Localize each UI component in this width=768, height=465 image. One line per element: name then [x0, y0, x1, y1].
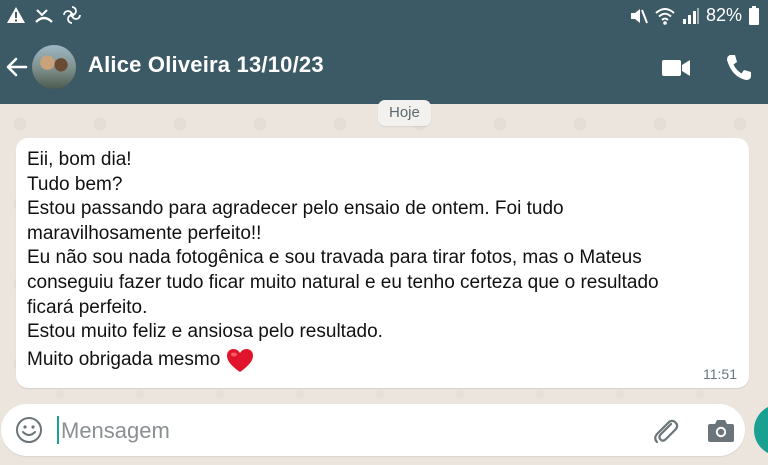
avatar[interactable]	[32, 45, 76, 89]
message-line: Tudo bem?	[27, 173, 123, 195]
emoji-icon[interactable]	[15, 416, 43, 444]
message-line: Estou muito feliz e ansiosa pelo resulta…	[27, 321, 383, 343]
mic-button[interactable]	[754, 404, 768, 456]
battery-percent: 82%	[705, 5, 742, 25]
message-line: Muito obrigada mesmo	[27, 349, 221, 371]
message-line: conseguiu fazer tudo ficar muito natural…	[27, 271, 659, 293]
missed-call-icon	[35, 9, 53, 23]
status-left-icons	[6, 5, 82, 25]
contact-name[interactable]: Alice Oliveira 13/10/23	[88, 52, 324, 78]
chat-header: Alice Oliveira 13/10/23	[0, 32, 768, 104]
video-call-icon[interactable]	[660, 54, 692, 82]
message-line: Estou passando para agradecer pelo ensai…	[27, 198, 564, 220]
wifi-icon	[655, 7, 675, 25]
message-timestamp: 11:51	[703, 366, 737, 382]
message-text: Eii, bom dia! Tudo bem? Estou passando p…	[27, 148, 729, 374]
signal-icon	[682, 7, 699, 24]
message-line: Eii, bom dia!	[27, 149, 132, 170]
pinwheel-icon	[63, 6, 81, 24]
status-right-icons: 82%	[628, 5, 760, 26]
date-chip: Hoje	[378, 100, 431, 126]
message-line: ficará perfeito.	[27, 296, 148, 318]
message-composer	[1, 404, 745, 456]
phone-call-icon[interactable]	[724, 52, 752, 82]
status-bar: 82%	[0, 0, 768, 32]
message-line: Eu não sou nada fotogênica e sou travada…	[27, 247, 642, 269]
message-line: maravilhosamente perfeito!!	[27, 222, 262, 244]
warning-icon	[7, 7, 25, 23]
mute-icon	[630, 8, 648, 23]
paperclip-icon[interactable]	[651, 415, 679, 445]
message-last-line: Muito obrigada mesmo	[27, 348, 729, 374]
camera-icon[interactable]	[707, 417, 735, 443]
message-input[interactable]	[59, 414, 623, 448]
back-arrow-icon[interactable]	[4, 54, 30, 80]
heart-icon	[227, 348, 254, 372]
battery-icon	[749, 5, 759, 25]
message-bubble[interactable]: Eii, bom dia! Tudo bem? Estou passando p…	[16, 138, 749, 388]
input-bar	[0, 404, 768, 465]
